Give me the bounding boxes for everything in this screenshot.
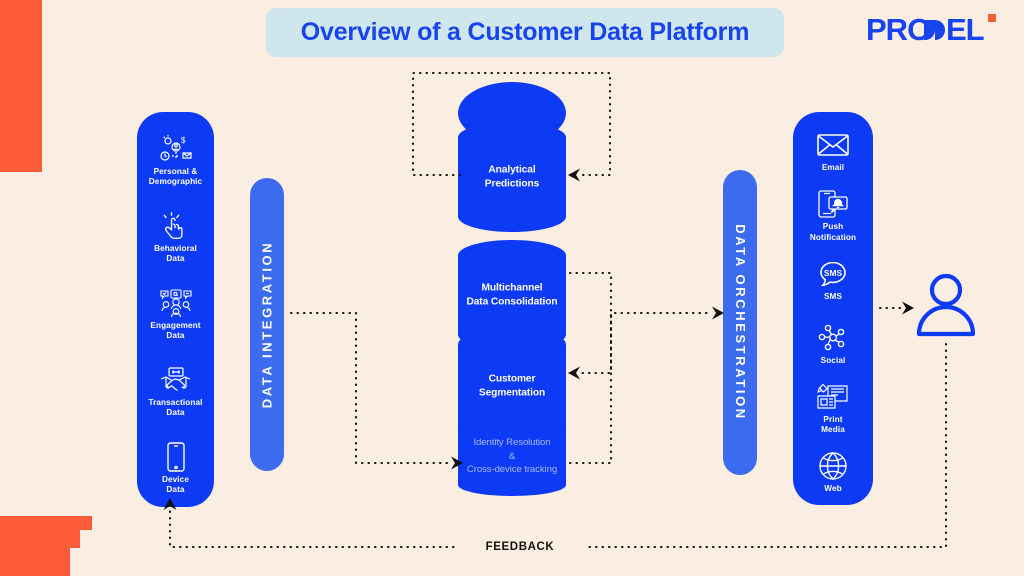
click-hand-icon <box>159 211 193 241</box>
channel-item-label: Web <box>824 484 842 494</box>
personal-demographic-icon: $ <box>159 134 193 164</box>
handshake-money-icon <box>159 365 193 395</box>
print-media-icon <box>816 382 850 412</box>
channel-item-social[interactable]: Social <box>793 313 873 377</box>
channel-item-label: Email <box>821 163 845 173</box>
title-banner: Overview of a Customer Data Platform <box>266 8 784 57</box>
source-item-personal-demographic[interactable]: $ Personal & Demographic <box>137 122 214 199</box>
cylinder-label: Identity Resolution & Cross-device track… <box>466 436 558 475</box>
envelope-icon <box>816 130 850 160</box>
mobile-device-icon <box>159 441 193 472</box>
source-item-behavioral-data[interactable]: Behavioral Data <box>137 199 214 276</box>
cylinder-identity-resolution[interactable]: Identity Resolution & Cross-device track… <box>458 416 566 496</box>
decor-orange-top-left-step-2 <box>0 159 28 172</box>
data-orchestration-bar[interactable]: DATA ORCHESTRATION <box>723 170 757 475</box>
feedback-label: FEEDBACK <box>485 541 555 553</box>
data-integration-label: DATA INTEGRATION <box>259 240 275 409</box>
source-item-device-data[interactable]: Device Data <box>137 430 214 507</box>
data-integration-bar[interactable]: DATA INTEGRATION <box>250 178 284 471</box>
source-item-label: Behavioral Data <box>154 243 197 264</box>
decor-orange-bottom-left-step-3 <box>0 545 70 576</box>
channel-item-label: Push Notification <box>809 222 857 242</box>
channel-item-print-media[interactable]: Print Media <box>793 377 873 441</box>
source-item-transactional-data[interactable]: Transactional Data <box>137 353 214 430</box>
channel-item-email[interactable]: Email <box>793 120 873 184</box>
channel-item-label: Social <box>820 355 846 365</box>
data-orchestration-label: DATA ORCHESTRATION <box>732 224 748 421</box>
globe-icon <box>816 451 850 481</box>
source-item-label: Engagement Data <box>150 320 201 341</box>
person-icon <box>912 272 980 344</box>
social-network-icon <box>816 323 850 353</box>
output-channels-column: Email Push Notification SMS SMS Social P… <box>793 112 873 505</box>
cdp-cylinder-stack: Analytical Predictions Multichannel Data… <box>458 82 566 496</box>
decor-orange-top-left <box>0 0 42 172</box>
diagram-canvas: Overview of a Customer Data Platform PRO… <box>0 0 1024 576</box>
channel-item-label: SMS <box>823 291 843 301</box>
source-item-label: Transactional Data <box>148 397 203 418</box>
data-sources-column: $ Personal & Demographic Behavioral Data… <box>137 112 214 507</box>
svg-text:EL: EL <box>946 12 984 47</box>
cylinder-label: Analytical Predictions <box>484 164 540 190</box>
svg-text:PRO: PRO <box>866 12 930 47</box>
sms-bubble-icon: SMS <box>816 259 850 289</box>
channel-item-push-notification[interactable]: Push Notification <box>793 184 873 248</box>
source-item-label: Device Data <box>161 474 189 495</box>
source-item-label: Personal & Demographic <box>148 166 203 187</box>
cylinder-label: Customer Segmentation <box>478 373 546 399</box>
propel-logo: PRO EL <box>866 10 1006 50</box>
decor-orange-top-left-step-1 <box>0 149 14 159</box>
push-notification-icon <box>816 189 850 219</box>
cylinder-analytical-predictions[interactable]: Analytical Predictions <box>458 82 566 232</box>
source-item-engagement-data[interactable]: Engagement Data <box>137 276 214 353</box>
page-title: Overview of a Customer Data Platform <box>300 18 750 46</box>
channel-item-sms[interactable]: SMS SMS <box>793 248 873 312</box>
svg-text:$: $ <box>181 136 186 145</box>
channel-item-web[interactable]: Web <box>793 441 873 505</box>
engagement-people-icon <box>159 288 193 318</box>
feedback-label-container: FEEDBACK <box>455 537 585 557</box>
svg-text:SMS: SMS <box>824 268 843 278</box>
cylinder-label: Multichannel Data Consolidation <box>466 282 558 308</box>
channel-item-label: Print Media <box>821 414 845 435</box>
